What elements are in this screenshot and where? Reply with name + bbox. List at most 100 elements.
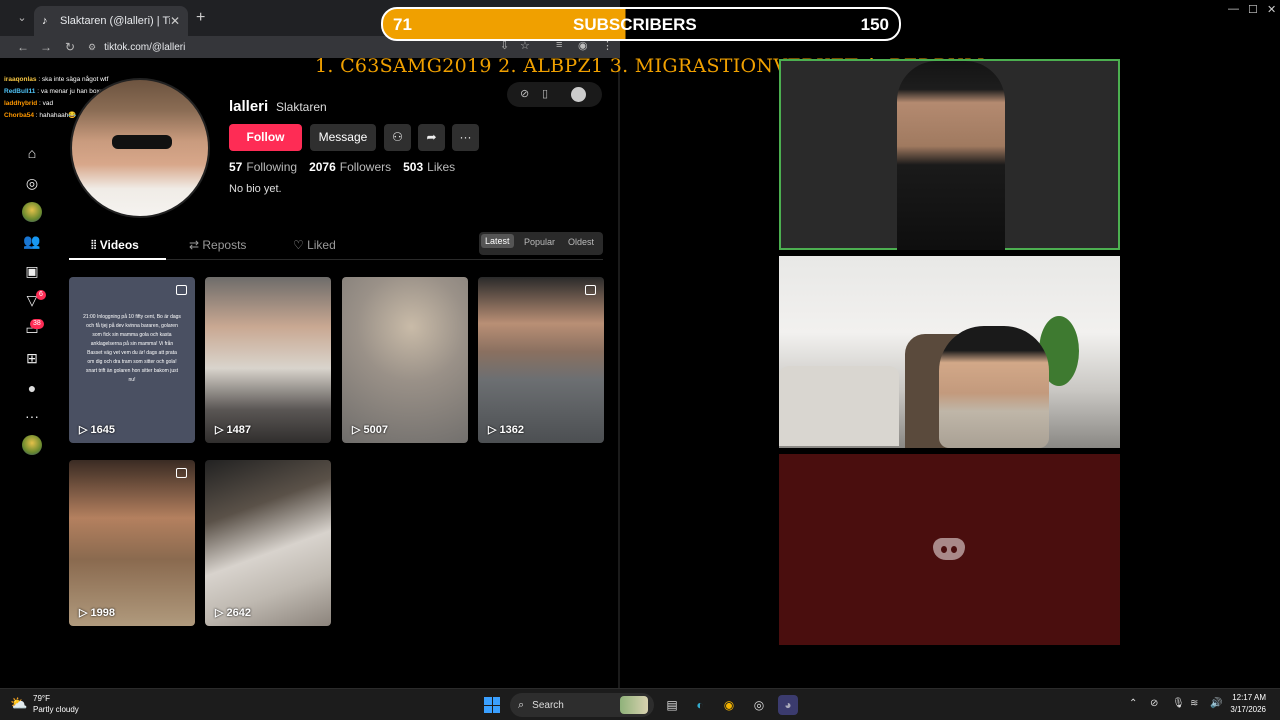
subscriber-goal-bar: 71 SUBSCRIBERS 150 [381,7,901,41]
sort-popular[interactable]: Popular [524,237,555,247]
close-window-icon[interactable]: ✕ [1267,3,1276,16]
more-icon[interactable]: ··· [23,407,41,425]
volume-icon[interactable]: 🔊 [1210,698,1222,709]
active-tab-indicator [69,258,166,260]
more-options-icon[interactable]: ··· [452,124,479,151]
chat-user: Chorba54 [4,112,34,119]
tab-liked[interactable]: ♡ Liked [293,238,336,252]
taskbar-search[interactable]: ⌕ Search [510,693,654,717]
goal-subscribers: 150 [860,15,889,34]
likes-stat: 503 Likes [403,160,455,174]
edge-icon[interactable]: ◐ [690,695,710,715]
photo-post-icon [176,285,187,295]
obs-icon[interactable]: ◎ [749,695,769,715]
add-friend-icon[interactable]: ⚇ [384,124,411,151]
url-text: tiktok.com/@lalleri [104,41,186,53]
webcam-guest [779,59,1120,250]
messages-badge: 38 [30,319,44,329]
live-icon[interactable]: ▣ [23,262,41,280]
video-thumbnail[interactable]: ▷ 1362 [478,277,604,443]
video-thumbnail[interactable]: ▷ 1998 [69,460,195,626]
discord-icon [933,538,965,560]
tab-videos[interactable]: ⦙⦙ Videos [91,238,139,253]
taskbar: ⛅ 79°F Partly cloudy ⌕ Search ▤ ◐ ◉ ◎ ◕ … [0,688,1280,720]
search-label: Search [532,699,564,711]
weather-temp[interactable]: 79°F [33,694,50,703]
followers-stat[interactable]: 2076 Followers [309,160,391,174]
maximize-icon[interactable]: ☐ [1248,3,1258,16]
view-count: 5007 [363,424,388,436]
view-count: 1487 [226,424,251,436]
new-tab-icon[interactable]: + [196,9,205,27]
sort-latest[interactable]: Latest [481,234,514,248]
wifi-icon[interactable]: ≋ [1190,698,1198,709]
following-count: 57 [229,160,243,174]
tray-overflow-icon[interactable]: ⌃ [1129,698,1137,709]
search-highlight-image [620,696,648,714]
chat-text: : ska inte säga något wtf [36,76,109,83]
discord-taskbar-icon[interactable]: ◕ [778,695,798,715]
tiktok-favicon-icon: ♪ [42,15,48,27]
share-icon[interactable]: ➦ [418,124,445,151]
profile-circle-icon[interactable]: ● [23,379,41,397]
video-views: ▷ 1998 [79,607,115,619]
video-overlay-text: 21:00 Inloggning på 10 fifty cent, Bo är… [83,314,181,383]
chat-user: iraaqonlas [4,76,37,83]
forward-icon[interactable]: → [37,38,55,56]
back-icon[interactable]: ← [14,38,32,56]
task-view-icon[interactable]: ▤ [662,695,682,715]
chrome-icon[interactable]: ◉ [719,695,739,715]
weather-cloud-icon[interactable]: ⛅ [10,695,30,711]
microphone-icon[interactable]: 🎙 [1172,698,1185,709]
video-thumbnail[interactable]: ▷ 2642 [205,460,331,626]
weather-desc[interactable]: Partly cloudy [33,705,79,714]
clock-time[interactable]: 12:17 AM [1232,693,1266,702]
compass-icon[interactable]: ⊘ [520,87,529,100]
close-tab-icon[interactable]: ✕ [170,14,180,28]
friends-icon[interactable]: 👥 [23,232,41,250]
video-thumbnail[interactable]: ▷ 5007 [342,277,468,443]
view-count: 1998 [90,607,115,619]
likes-count: 503 [403,160,424,174]
video-views: ▷ 1487 [215,424,251,436]
following-label: Following [246,160,298,174]
phone-icon[interactable]: ▯ [542,87,548,100]
minimize-icon[interactable]: — [1228,3,1239,15]
followers-label: Followers [339,160,392,174]
search-icon: ⌕ [518,698,525,711]
video-thumbnail[interactable]: 21:00 Inloggning på 10 fifty cent, Bo är… [69,277,195,443]
tab-reposts[interactable]: ⇄ Reposts [189,238,246,252]
mini-avatar[interactable] [571,87,586,102]
view-count: 1362 [499,424,524,436]
sort-oldest[interactable]: Oldest [568,237,594,247]
tiktok-sidebar: ⌂ ◎ 👥 ▣ ▽ 6 ▭ 38 ⊞ ● ··· [0,58,60,688]
message-button[interactable]: Message [310,124,376,151]
activity-badge: 6 [36,290,46,300]
reload-icon[interactable]: ↻ [61,38,79,56]
explore-icon[interactable]: ◎ [23,174,41,192]
following-avatar[interactable] [22,202,42,222]
view-count: 1645 [90,424,115,436]
home-icon[interactable]: ⌂ [23,144,41,162]
tab-search-icon[interactable]: ⌄ [14,10,30,26]
video-views: ▷ 1645 [79,424,115,436]
video-thumbnail[interactable]: ▷ 1487 [205,277,331,443]
guest-person [897,61,1005,250]
site-info-icon[interactable]: ⚙ [88,42,96,53]
profile-avatar [70,78,210,218]
upload-icon[interactable]: ⊞ [23,349,41,367]
discord-placeholder [779,454,1120,645]
start-windows-icon[interactable] [484,697,500,713]
extension-avatar[interactable] [22,435,42,455]
following-stat[interactable]: 57 Following [229,160,297,174]
tab-title: Slaktaren (@lalleri) | TikTok [60,15,170,27]
clock-date[interactable]: 3/17/2026 [1230,705,1266,714]
follow-button[interactable]: Follow [229,124,302,151]
profile-stats: 57 Following 2076 Followers 503 Likes [229,160,455,174]
browser-tab[interactable]: ♪ Slaktaren (@lalleri) | TikTok ✕ [34,6,188,36]
tab-videos-label: Videos [99,238,139,252]
tab-liked-label: Liked [307,238,336,252]
sort-toggle: Latest Popular Oldest [479,232,603,255]
network-icon[interactable]: ⊘ [1150,698,1158,709]
photo-post-icon [585,285,596,295]
